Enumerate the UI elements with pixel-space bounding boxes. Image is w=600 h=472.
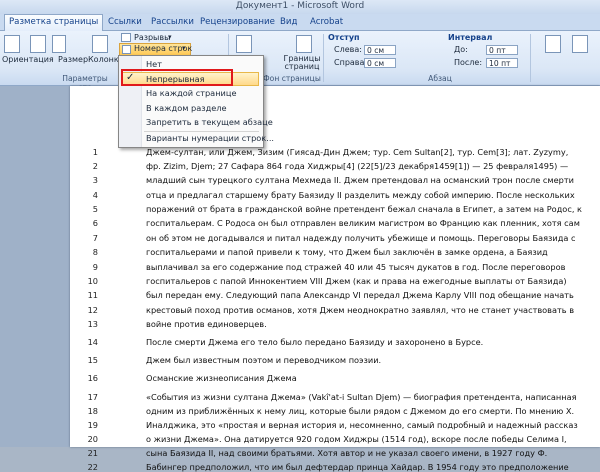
- orientation-label[interactable]: Ориентация: [2, 55, 54, 64]
- highlight-annotation-box: [121, 69, 233, 86]
- line-number: 6: [92, 218, 98, 228]
- line-number: 15: [87, 355, 98, 365]
- line-number: 20: [87, 434, 98, 444]
- ribbon: Ориентация Размер Колонки Разрывы ▾ Номе…: [0, 31, 600, 92]
- indent-right-input[interactable]: 0 см: [364, 58, 396, 68]
- document-line-text[interactable]: о жизни Джема». Она датируется 920 годом…: [146, 434, 567, 444]
- indent-left-label: Слева:: [334, 45, 362, 54]
- spacing-before-input[interactable]: 0 пт: [486, 45, 518, 55]
- line-number: 22: [87, 462, 98, 472]
- document-line-text[interactable]: Османские жизнеописания Джема: [146, 373, 297, 383]
- tab-acrobat[interactable]: Acrobat: [310, 15, 343, 30]
- menu-item-restart-each-section[interactable]: В каждом разделе: [146, 103, 227, 113]
- breaks-icon: [121, 33, 131, 42]
- document-line-text[interactable]: «События из жизни султана Джема» (Vakî'a…: [146, 392, 577, 402]
- page-setup-group-label: Параметры стр: [62, 74, 108, 92]
- document-line-text[interactable]: Иналджика, это «простая и верная история…: [146, 420, 578, 430]
- breaks-button[interactable]: Разрывы: [134, 33, 170, 42]
- indent-right-label: Справа:: [334, 58, 368, 67]
- spacing-header: Интервал: [448, 33, 493, 42]
- line-numbers-icon: [122, 45, 131, 54]
- document-line-text[interactable]: Джем-султан, или Джем, Зизим (Гиясад-Дин…: [146, 147, 568, 157]
- size-label[interactable]: Размер: [58, 55, 88, 64]
- line-number: 18: [87, 406, 98, 416]
- tab-view[interactable]: Вид: [280, 15, 297, 30]
- tab-mailings[interactable]: Рассылки: [151, 15, 194, 30]
- document-line-text[interactable]: госпитальеров с папой Иннокентием VIII Д…: [146, 276, 567, 286]
- document-line-text[interactable]: младший сын турецкого султана Мехмеда II…: [146, 175, 574, 185]
- line-number: 3: [92, 175, 98, 185]
- size-icon-2[interactable]: [52, 35, 66, 53]
- spacing-after-input[interactable]: 10 пт: [486, 58, 518, 68]
- document-line-text[interactable]: отца и предлагал старшему брату Баязиду …: [146, 190, 575, 200]
- line-number: 17: [87, 392, 98, 402]
- orientation-icon[interactable]: [4, 35, 20, 53]
- tab-references[interactable]: Ссылки: [108, 15, 142, 30]
- line-number: 9: [92, 262, 98, 272]
- line-number: 13: [87, 319, 98, 329]
- page-borders-label[interactable]: Границы страниц: [282, 55, 322, 71]
- columns-icon[interactable]: [92, 35, 108, 53]
- tab-review[interactable]: Рецензирование: [200, 15, 275, 30]
- document-line-text[interactable]: войне против единоверцев.: [146, 319, 267, 329]
- line-number: 5: [92, 204, 98, 214]
- title-bar: Документ1 - Microsoft Word: [0, 0, 600, 14]
- line-number: 4: [92, 190, 98, 200]
- document-line-text[interactable]: Джем был известным поэтом и переводчиком…: [146, 355, 381, 365]
- menu-item-line-numbering-options[interactable]: Варианты нумерации строк...: [146, 133, 274, 143]
- line-number: 12: [87, 305, 98, 315]
- menu-item-restart-each-page[interactable]: На каждой странице: [146, 88, 236, 98]
- document-line-text[interactable]: крестовый поход против османов, хотя Дже…: [146, 305, 574, 315]
- tab-page-layout[interactable]: Разметка страницы: [4, 14, 104, 31]
- document-line-text[interactable]: После смерти Джема его тело было передан…: [146, 337, 483, 347]
- line-number: 1: [92, 147, 98, 157]
- window-title: Документ1 - Microsoft Word: [235, 1, 365, 11]
- indent-left-input[interactable]: 0 см: [364, 45, 396, 55]
- document-line-text[interactable]: одним из приближённых к нему лиц, которы…: [146, 406, 574, 416]
- wrap-text-icon[interactable]: [572, 35, 588, 53]
- document-line-text[interactable]: сына Баязида II, над своими братьями. Хо…: [146, 448, 547, 458]
- document-line-text[interactable]: был передан ему. Следующий папа Александ…: [146, 290, 574, 300]
- spacing-before-label: До:: [454, 45, 468, 54]
- line-number: 11: [87, 290, 98, 300]
- indent-header: Отступ: [328, 33, 360, 42]
- size-icon[interactable]: [30, 35, 46, 53]
- line-number: 16: [87, 373, 98, 383]
- document-line-text[interactable]: госпитальерам. С Родоса он был отправлен…: [146, 218, 580, 228]
- document-line-text[interactable]: выплачивал за его содержание под стражей…: [146, 262, 565, 272]
- line-number: 14: [87, 337, 98, 347]
- document-line-text[interactable]: фр. Zizim, Djem; 27 Сафара 864 года Хидж…: [146, 161, 568, 171]
- line-number: 19: [87, 420, 98, 430]
- document-line-text[interactable]: поражений от брата в гражданской войне п…: [146, 204, 582, 214]
- ribbon-tabs: Разметка страницы Ссылки Рассылки Реценз…: [0, 14, 600, 31]
- spacing-after-label: После:: [454, 58, 483, 67]
- position-icon[interactable]: [545, 35, 561, 53]
- line-number: 8: [92, 247, 98, 257]
- document-line-text[interactable]: Бабингер предположил, что им был дефтерд…: [146, 462, 569, 472]
- chevron-down-icon: ▾: [182, 44, 186, 52]
- chevron-down-icon: ▾: [168, 33, 172, 41]
- document-line-text[interactable]: он об этом не догадывался и питал надежд…: [146, 233, 576, 243]
- page-bg-group-label: Фон страницы: [263, 74, 321, 83]
- page-borders-icon[interactable]: [296, 35, 312, 53]
- document-line-text[interactable]: госпитальерами и папой привели к тому, ч…: [146, 247, 548, 257]
- menu-separator: [144, 131, 259, 132]
- menu-item-suppress-current-paragraph[interactable]: Запретить в текущем абзаце: [146, 117, 273, 127]
- paragraph-group-label: Абзац: [428, 74, 452, 83]
- group-divider: [530, 34, 531, 82]
- line-number: 7: [92, 233, 98, 243]
- menu-item-none[interactable]: Нет: [146, 59, 162, 69]
- group-divider: [323, 34, 324, 82]
- line-number: 10: [87, 276, 98, 286]
- line-number: 2: [92, 161, 98, 171]
- line-number: 21: [87, 448, 98, 458]
- watermark-icon[interactable]: [236, 35, 252, 53]
